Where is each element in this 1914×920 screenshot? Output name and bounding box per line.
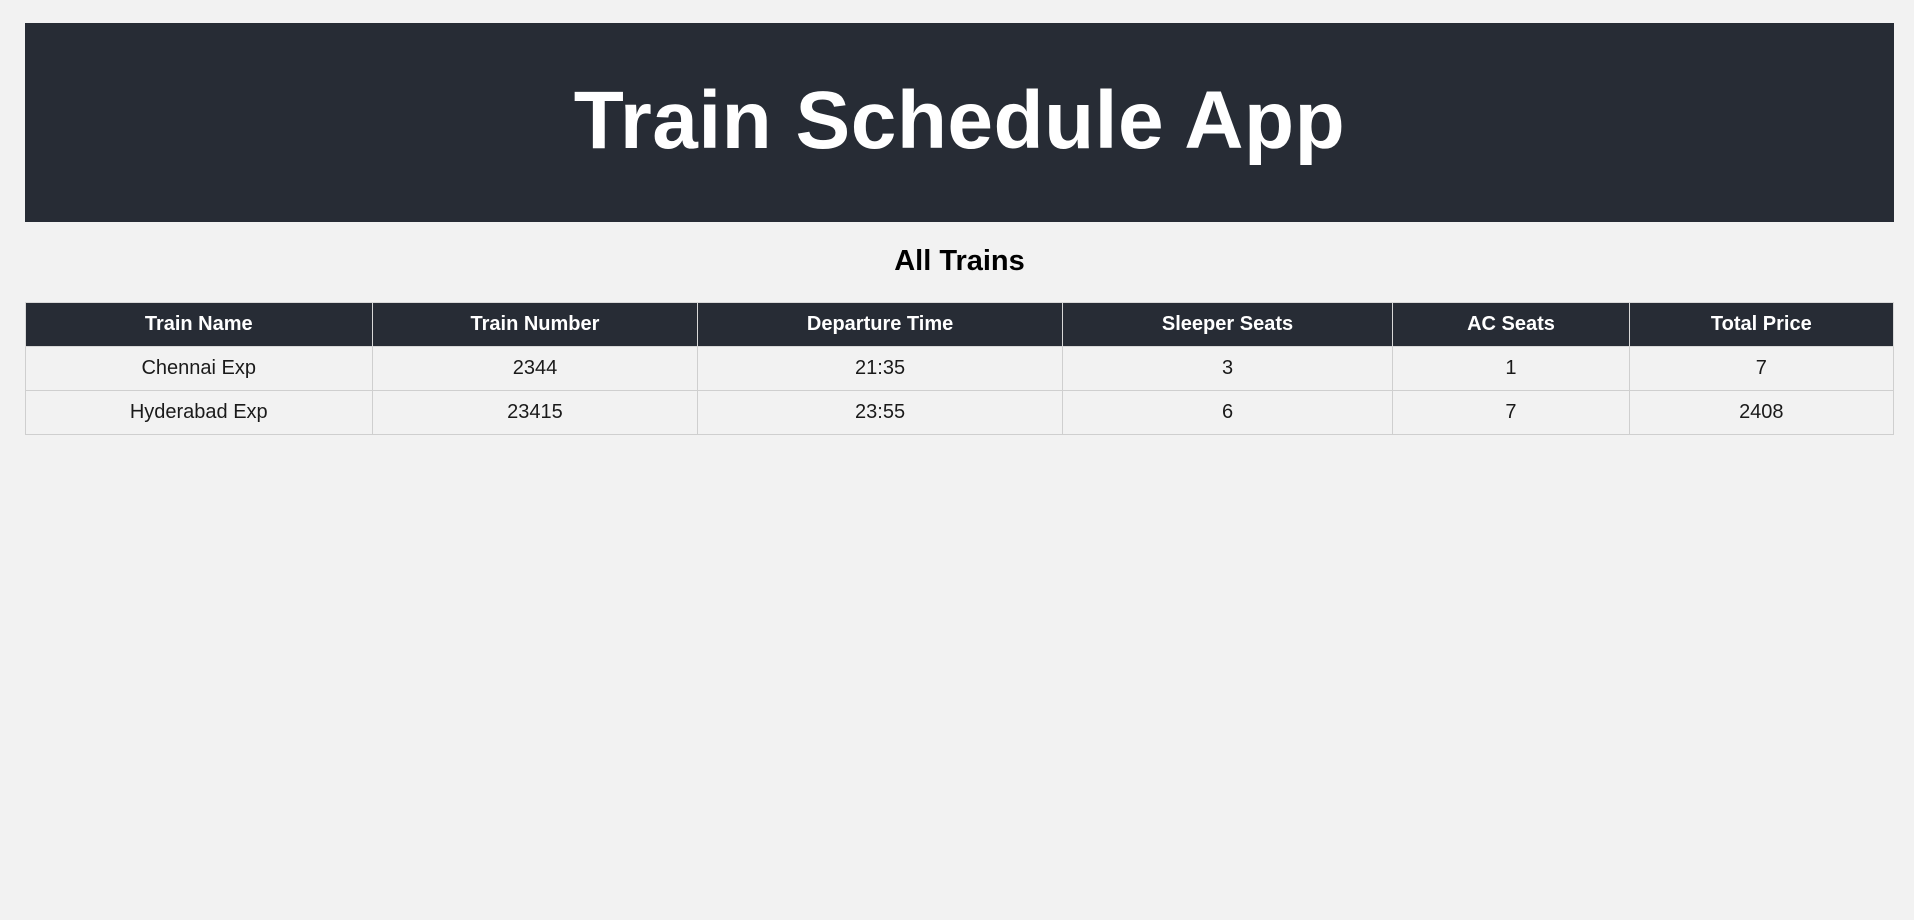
column-header-total-price: Total Price [1628,302,1895,347]
cell-total-price: 7 [1628,346,1895,391]
app-title: Train Schedule App [573,74,1346,166]
column-header-departure-time: Departure Time [697,302,1063,347]
page: Train Schedule App All Trains Train Name… [0,0,1914,920]
table-row: Chennai Exp 2344 21:35 3 1 7 [25,346,1895,391]
column-header-sleeper-seats: Sleeper Seats [1061,302,1394,347]
cell-ac-seats: 7 [1392,390,1630,435]
cell-ac-seats: 1 [1392,346,1630,391]
table-row: Hyderabad Exp 23415 23:55 6 7 2408 [25,390,1895,435]
cell-departure-time: 21:35 [697,346,1063,391]
cell-train-name: Chennai Exp [25,346,373,391]
column-header-ac-seats: AC Seats [1392,302,1630,347]
cell-total-price: 2408 [1628,390,1895,435]
cell-departure-time: 23:55 [697,390,1063,435]
column-header-train-name: Train Name [25,302,373,347]
app-header: Train Schedule App [25,23,1894,222]
trains-table: Train Name Train Number Departure Time S… [25,302,1895,435]
cell-train-number: 2344 [371,346,699,391]
cell-sleeper-seats: 3 [1061,346,1394,391]
cell-sleeper-seats: 6 [1061,390,1394,435]
table-header-row: Train Name Train Number Departure Time S… [25,302,1895,347]
section-title: All Trains [894,245,1025,277]
column-header-train-number: Train Number [371,302,699,347]
cell-train-number: 23415 [371,390,699,435]
cell-train-name: Hyderabad Exp [25,390,373,435]
